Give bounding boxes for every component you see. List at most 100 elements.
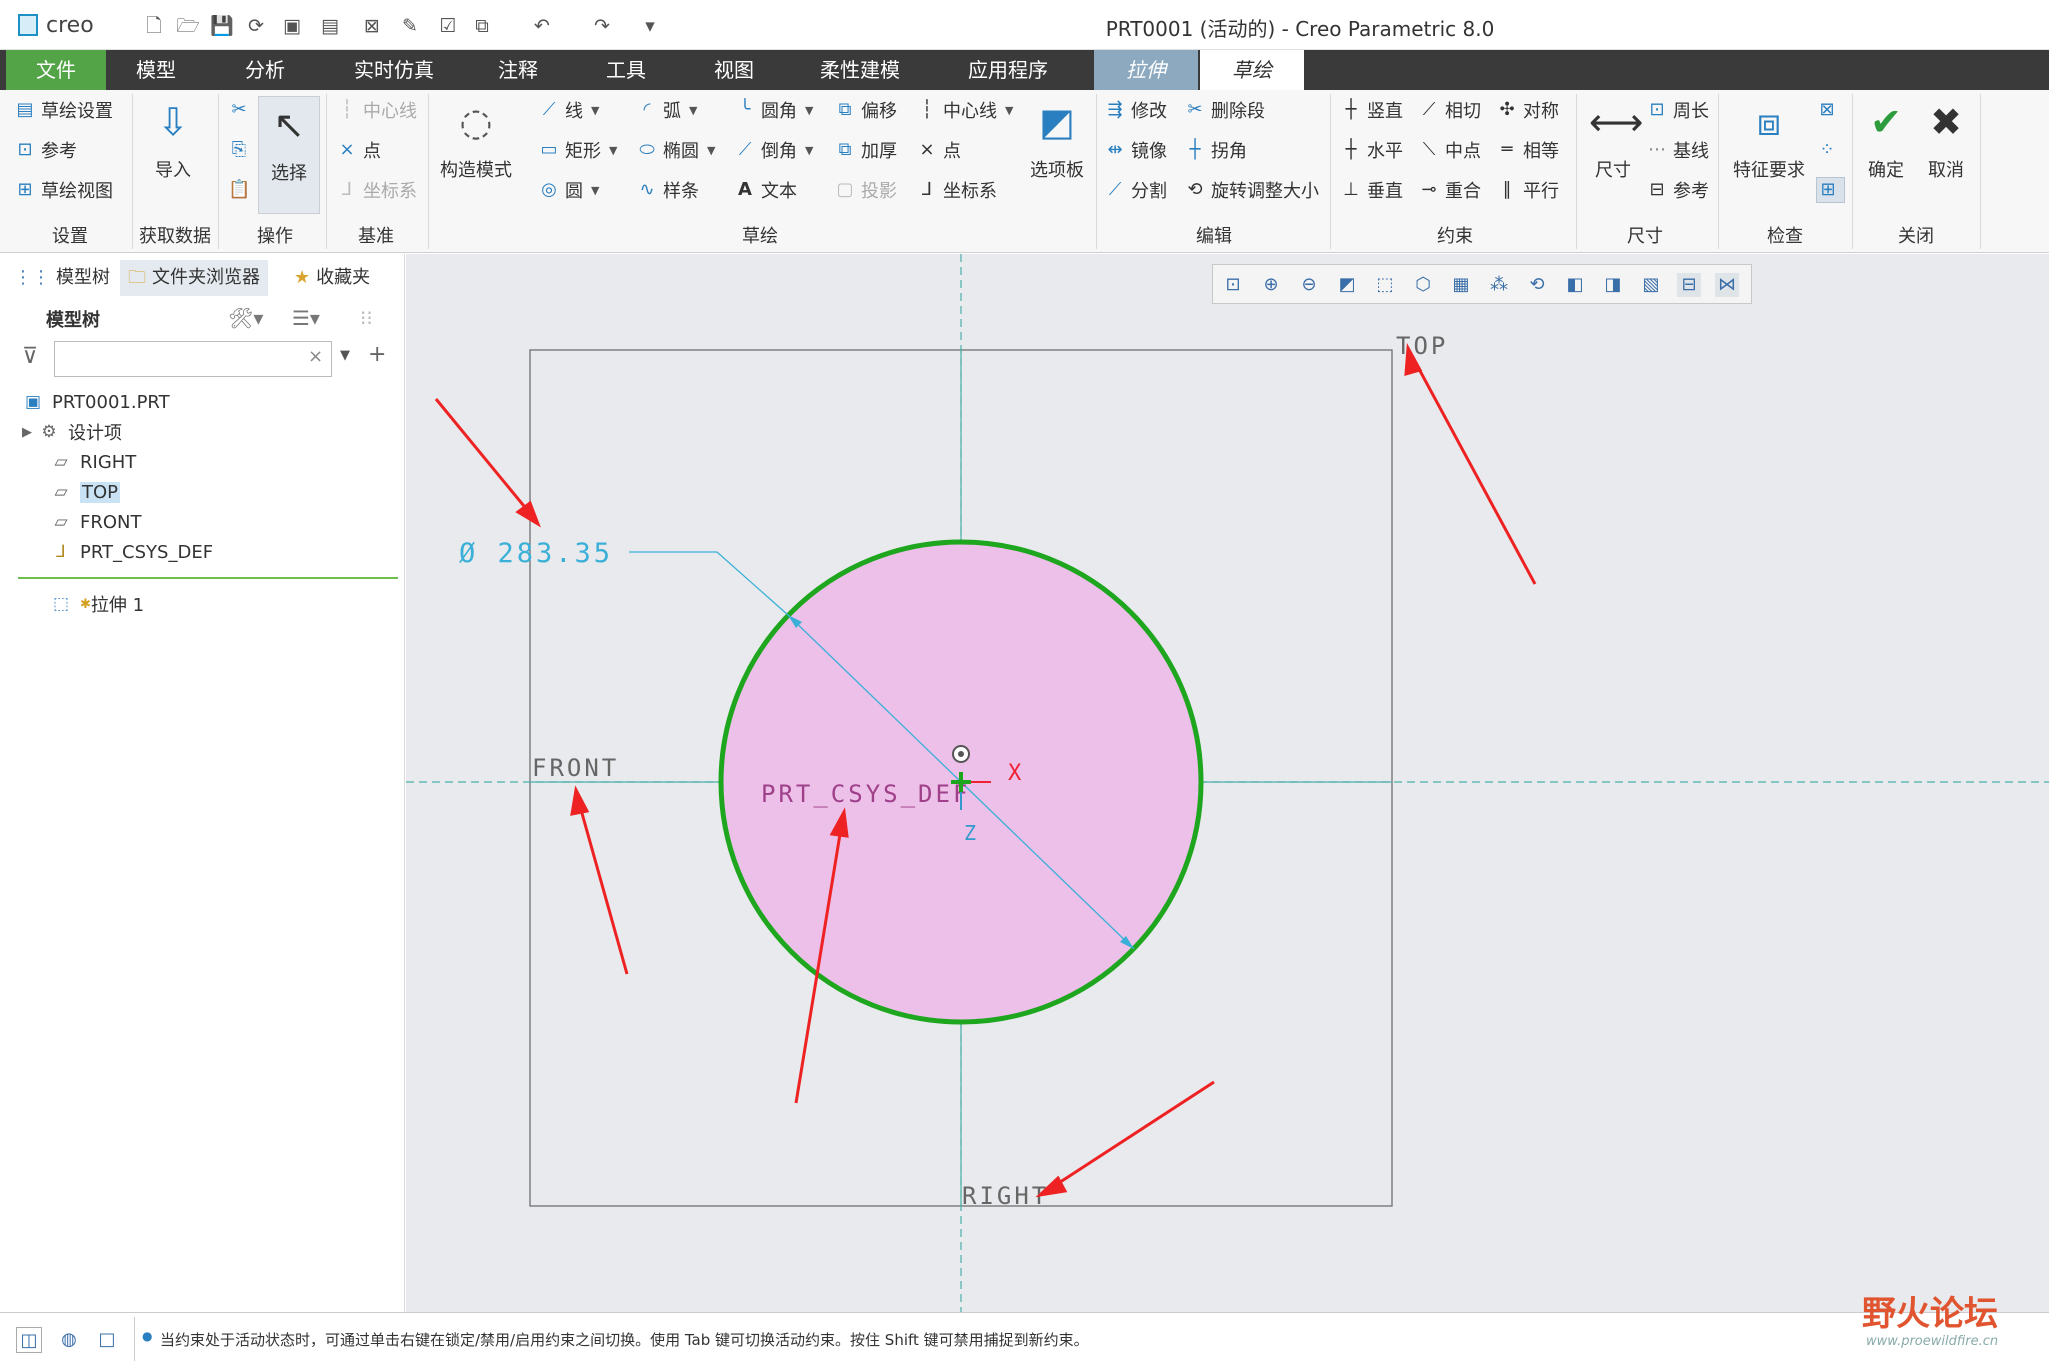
parallel-constraint-button[interactable]: ∥ 平行 xyxy=(1496,177,1560,203)
tree-search-input[interactable] xyxy=(54,341,332,377)
horizontal-constraint-button[interactable]: ┼ 水平 xyxy=(1340,137,1403,163)
properties-icon[interactable]: ✎ xyxy=(398,14,422,38)
construction-mode-button[interactable]: ◌ 构造模式 xyxy=(436,98,516,182)
save-icon[interactable]: 💾 xyxy=(210,14,234,38)
tab-analysis[interactable]: 分析 xyxy=(220,50,310,90)
mirror-button[interactable]: ⇹ 镜像 xyxy=(1104,137,1167,163)
sketch-csys-button[interactable]: ⅃ 坐标系 xyxy=(916,177,997,203)
plane-label-front[interactable]: FRONT xyxy=(532,754,619,782)
group-dimension-title[interactable]: 尺寸 xyxy=(1600,222,1690,248)
plane-label-right[interactable]: RIGHT xyxy=(962,1182,1049,1210)
browser-icon[interactable]: ◍ xyxy=(56,1327,82,1353)
tab-file[interactable]: 文件 xyxy=(6,50,106,90)
coincident-constraint-button[interactable]: ⊸ 重合 xyxy=(1418,177,1481,203)
divide-button[interactable]: ⟋ 分割 xyxy=(1104,177,1167,203)
graphics-window[interactable]: Ø 283.35 TOP FRONT RIGHT PRT_CSYS_DEF X … xyxy=(406,254,2049,1312)
perimeter-button[interactable]: ⊡ 周长 xyxy=(1646,97,1709,123)
feature-requirements-button[interactable]: ⧈ 特征要求 xyxy=(1724,98,1814,182)
tree-item-csys[interactable]: ⅃ PRT_CSYS_DEF xyxy=(50,538,213,566)
vertical-constraint-button[interactable]: ┼ 竖直 xyxy=(1340,97,1403,123)
plane-label-top[interactable]: TOP xyxy=(1396,332,1448,360)
expand-arrow-icon[interactable]: ▶ xyxy=(22,425,32,440)
check-icon[interactable]: ☑ xyxy=(436,14,460,38)
thicken-button[interactable]: ⧉ 加厚 xyxy=(834,137,897,163)
tangent-constraint-button[interactable]: ⟋ 相切 xyxy=(1418,97,1481,123)
undo-icon[interactable]: ↶ xyxy=(530,14,554,38)
repaint-icon[interactable]: ◩ xyxy=(1335,273,1359,297)
group-inspect-title[interactable]: 检查 xyxy=(1740,222,1830,248)
dimension-button[interactable]: ⟷ 尺寸 xyxy=(1582,98,1644,182)
tab-folder-browser[interactable]: 🗀 文件夹浏览器 xyxy=(120,260,268,296)
tree-item-right[interactable]: ▱ RIGHT xyxy=(50,448,136,476)
datum-display-icon[interactable]: ⁂ xyxy=(1487,273,1511,297)
references-button[interactable]: ⊡ 参考 xyxy=(14,137,77,163)
sketch-view-button[interactable]: ⊞ 草绘视图 xyxy=(14,177,113,203)
annotation-display-icon[interactable]: ◧ xyxy=(1563,273,1587,297)
regenerate-icon[interactable]: ⟳ xyxy=(244,14,268,38)
fillet-button[interactable]: ╰ 圆角 ▼ xyxy=(734,97,814,123)
windows-icon[interactable]: ⧉ xyxy=(470,14,494,38)
save-copy-icon[interactable]: ▣ xyxy=(280,14,304,38)
baseline-button[interactable]: ⋯ 基线 xyxy=(1646,137,1709,163)
ok-button[interactable]: ✔ 确定 xyxy=(1858,98,1914,182)
cancel-button[interactable]: ✖ 取消 xyxy=(1918,98,1974,182)
customize-toolbar-icon[interactable]: ▾ xyxy=(638,14,662,38)
zoom-in-icon[interactable]: ⊕ xyxy=(1259,273,1283,297)
close-window-icon[interactable]: ⊠ xyxy=(360,14,384,38)
filter-icon[interactable]: ⊽ xyxy=(22,344,38,369)
line-button[interactable]: ⟋ 线 ▼ xyxy=(538,97,600,123)
highlight-open-ends-button[interactable]: ⁘ xyxy=(1816,137,1843,163)
tree-item-part[interactable]: ▣ PRT0001.PRT xyxy=(22,388,170,416)
tab-sketch[interactable]: 草绘 xyxy=(1200,50,1304,90)
corner-button[interactable]: ┼ 拐角 xyxy=(1184,137,1247,163)
tree-item-front[interactable]: ▱ FRONT xyxy=(50,508,141,536)
text-button[interactable]: A 文本 xyxy=(734,177,797,203)
search-dropdown-icon[interactable]: ▼ xyxy=(340,348,350,363)
import-button[interactable]: ⇩ 导入 xyxy=(140,98,206,182)
circle-button[interactable]: ◎ 圆 ▼ xyxy=(538,177,599,203)
redo-icon[interactable]: ↷ xyxy=(590,14,614,38)
clear-search-icon[interactable]: × xyxy=(308,346,323,367)
midpoint-constraint-button[interactable]: ⟍ 中点 xyxy=(1418,137,1481,163)
tab-model-tree[interactable]: ⋮⋮ 模型树 xyxy=(14,260,110,296)
tree-item-design-items[interactable]: ▶ ⚙ 设计项 xyxy=(22,418,122,446)
sketch-centerline-button[interactable]: ┆ 中心线 ▼ xyxy=(916,97,1014,123)
window-icon[interactable]: ▤ xyxy=(318,14,342,38)
diameter-dimension-text[interactable]: Ø 283.35 xyxy=(459,538,613,569)
ellipse-button[interactable]: ⬭ 椭圆 ▼ xyxy=(636,137,715,163)
overlapping-geometry-button[interactable]: ⊠ xyxy=(1816,97,1843,123)
rotate-resize-button[interactable]: ⟲ 旋转调整大小 xyxy=(1184,177,1319,203)
tree-item-top[interactable]: ▱ TOP xyxy=(50,478,121,506)
arc-button[interactable]: ◜ 弧 ▼ xyxy=(636,97,698,123)
datum-csys-button[interactable]: ⅃ 坐标系 xyxy=(336,177,417,203)
group-setup-title[interactable]: 设置 xyxy=(30,222,110,248)
open-file-icon[interactable]: 🗁 xyxy=(176,14,200,38)
modify-button[interactable]: ⇶ 修改 xyxy=(1104,97,1167,123)
datum-point-button[interactable]: × 点 xyxy=(336,137,381,163)
palette-button[interactable]: ◩ 选项板 xyxy=(1024,98,1090,182)
spline-button[interactable]: ∿ 样条 xyxy=(636,177,699,203)
tree-columns-icon[interactable]: ☰▾ xyxy=(292,306,320,330)
spin-center-icon[interactable]: ⟲ xyxy=(1525,273,1549,297)
sketch-view-icon[interactable]: ▧ xyxy=(1639,273,1663,297)
tab-tools[interactable]: 工具 xyxy=(586,50,666,90)
group-operations-title[interactable]: 操作 xyxy=(230,222,320,248)
datum-centerline-button[interactable]: ┆ 中心线 xyxy=(336,97,417,123)
section-view-icon[interactable]: ◨ xyxy=(1601,273,1625,297)
show-navigator-icon[interactable]: ◫ xyxy=(16,1327,42,1353)
tree-item-extrude[interactable]: ⬚ ✱ 拉伸 1 xyxy=(50,590,144,618)
paste-button[interactable]: 📋 xyxy=(228,177,255,203)
sketch-setup-button[interactable]: ▤ 草绘设置 xyxy=(14,97,113,123)
new-file-icon[interactable]: 🗋 xyxy=(142,14,166,38)
tab-model[interactable]: 模型 xyxy=(116,50,196,90)
copy-button[interactable]: ⎘ xyxy=(228,137,255,163)
rectangle-button[interactable]: ▭ 矩形 ▼ xyxy=(538,137,617,163)
tab-annotate[interactable]: 注释 xyxy=(478,50,558,90)
symmetric-constraint-button[interactable]: ✣ 对称 xyxy=(1496,97,1559,123)
tree-settings-icon[interactable]: 🛠▾ xyxy=(228,306,263,330)
insert-here-line[interactable] xyxy=(18,577,398,579)
equal-constraint-button[interactable]: ═ 相等 xyxy=(1496,137,1559,163)
sketch-point-button[interactable]: × 点 xyxy=(916,137,961,163)
cut-button[interactable]: ✂ xyxy=(228,97,255,123)
chamfer-button[interactable]: ⟋ 倒角 ▼ xyxy=(734,137,814,163)
